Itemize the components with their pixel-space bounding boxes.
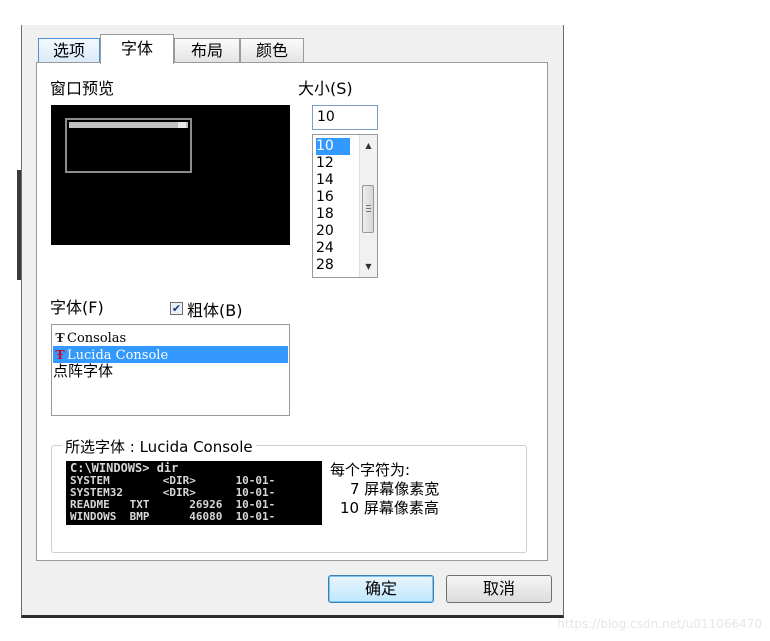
tab-colors-label: 颜色: [255, 41, 288, 60]
size-option-24[interactable]: 24: [316, 240, 350, 257]
size-input[interactable]: 10: [312, 105, 378, 130]
sample-line: C:\WINDOWS> dir: [70, 461, 179, 475]
font-item-lucida-label: Lucida Console: [67, 348, 169, 363]
size-option-16[interactable]: 16: [316, 189, 350, 206]
truetype-icon: Ŧ: [55, 331, 65, 346]
tab-font-label: 字体: [120, 39, 153, 58]
size-option-20[interactable]: 20: [316, 223, 350, 240]
tab-colors[interactable]: 颜色: [240, 38, 304, 62]
metrics-heading: 每个字符为:: [330, 461, 411, 479]
size-option-10[interactable]: 10: [316, 138, 350, 155]
window-preview: [51, 105, 290, 245]
selected-font-group: 所选字体 : Lucida Console C:\WINDOWS> dir SY…: [51, 436, 527, 553]
font-item-consolas[interactable]: Ŧ Consolas: [53, 329, 288, 346]
size-option-18[interactable]: 18: [316, 206, 350, 223]
scroll-up-arrow-icon[interactable]: ▲: [360, 137, 377, 154]
character-metrics: 每个字符为: 7 屏幕像素宽 10 屏幕像素高: [330, 461, 439, 518]
cancel-button[interactable]: 取消: [446, 575, 552, 603]
metrics-width: 7 屏幕像素宽: [350, 480, 440, 498]
scroll-thumb[interactable]: [362, 185, 374, 233]
size-listbox[interactable]: 10 12 14 16 18 20 24 28 ▲ ▼: [312, 134, 378, 278]
size-label: 大小(S): [298, 79, 353, 98]
tab-layout-label: 布局: [190, 41, 223, 60]
font-label: 字体(F): [50, 298, 104, 317]
window-preview-label: 窗口预览: [50, 79, 115, 98]
font-sample-preview: C:\WINDOWS> dir SYSTEM <DIR> 10-01- SYST…: [66, 461, 322, 525]
console-properties-dialog: 选项 字体 布局 颜色 窗口预览 大小(S) 10 10 12 14 16 18…: [21, 25, 564, 618]
watermark: https://blog.csdn.net/u011066470: [557, 617, 762, 631]
tab-options-label: 选项: [52, 41, 85, 60]
scroll-down-arrow-icon[interactable]: ▼: [360, 258, 377, 275]
font-listbox[interactable]: Ŧ Consolas Ŧ Lucida Console 点阵字体: [51, 324, 290, 416]
font-item-lucida-console[interactable]: Ŧ Lucida Console: [53, 346, 288, 363]
font-tab-panel: 窗口预览 大小(S) 10 10 12 14 16 18 20 24 28 ▲ …: [36, 62, 548, 561]
bold-label: 粗体(B): [187, 301, 243, 320]
tab-options[interactable]: 选项: [38, 38, 100, 62]
font-item-raster-fonts[interactable]: 点阵字体: [53, 363, 288, 380]
ok-button[interactable]: 确定: [328, 575, 434, 603]
selected-font-title: 所选字体 : Lucida Console: [62, 436, 256, 457]
font-item-consolas-label: Consolas: [67, 331, 127, 346]
tab-font[interactable]: 字体: [100, 34, 174, 64]
bold-checkbox[interactable]: ✔: [170, 302, 183, 315]
preview-window-icon: [65, 118, 192, 173]
size-option-14[interactable]: 14: [316, 172, 350, 189]
tab-layout[interactable]: 布局: [174, 38, 240, 62]
size-scrollbar[interactable]: ▲ ▼: [359, 135, 377, 277]
font-item-raster-label: 点阵字体: [53, 362, 114, 380]
metrics-height: 10 屏幕像素高: [340, 499, 439, 517]
size-option-28[interactable]: 28: [316, 257, 350, 274]
size-option-12[interactable]: 12: [316, 155, 350, 172]
sample-line: WINDOWS BMP 46080 10-01-: [70, 510, 276, 523]
